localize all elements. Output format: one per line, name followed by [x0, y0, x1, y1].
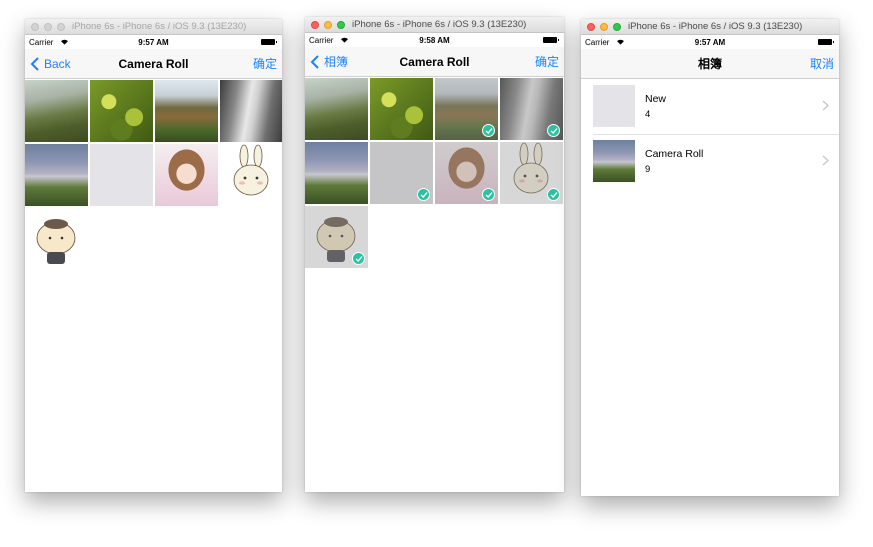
album-thumbnail	[593, 140, 635, 182]
photo-cell[interactable]	[90, 144, 153, 206]
chevron-left-icon	[30, 57, 39, 71]
window-titlebar[interactable]: iPhone 6s - iPhone 6s / iOS 9.3 (13E230)	[25, 19, 282, 35]
minimize-button[interactable]	[600, 23, 608, 31]
photo-cell[interactable]	[370, 78, 433, 140]
chevron-right-icon	[822, 100, 829, 111]
simulator-window-2: iPhone 6s - iPhone 6s / iOS 9.3 (13E230)…	[305, 17, 564, 492]
status-bar: Carrier 9:58 AM	[305, 33, 564, 47]
zoom-button[interactable]	[337, 21, 345, 29]
window-titlebar[interactable]: iPhone 6s - iPhone 6s / iOS 9.3 (13E230)	[305, 17, 564, 33]
cascade-photo	[220, 80, 282, 142]
nav-title: Camera Roll	[399, 55, 470, 69]
navigation-bar: 相簿 取消	[581, 49, 839, 79]
back-button[interactable]: Back	[30, 56, 71, 72]
photo-cell[interactable]	[155, 80, 218, 142]
album-count: 9	[645, 164, 651, 175]
cat-sticker	[25, 208, 88, 270]
cancel-button[interactable]: 取消	[810, 56, 834, 72]
photo-cell[interactable]	[305, 78, 368, 140]
photo-cell-selected[interactable]	[500, 78, 563, 140]
bunny-sticker	[220, 144, 282, 206]
photo-cell[interactable]	[220, 80, 282, 142]
photo-cell[interactable]	[90, 80, 153, 142]
window-title: iPhone 6s - iPhone 6s / iOS 9.3 (13E230)	[72, 21, 247, 32]
photo-cell-selected[interactable]	[370, 142, 433, 204]
nav-title: 相簿	[697, 57, 722, 71]
confirm-button[interactable]: 确定	[253, 56, 277, 72]
album-name: New	[645, 93, 667, 105]
chevron-right-icon	[822, 155, 829, 166]
checkmark-icon[interactable]	[417, 188, 430, 201]
album-row[interactable]: Camera Roll 9	[581, 135, 839, 190]
photo-cell-selected[interactable]	[305, 206, 368, 268]
status-bar: Carrier 9:57 AM	[581, 35, 839, 49]
photo-cell[interactable]	[155, 144, 218, 206]
blank-photo	[90, 144, 153, 206]
back-button-label: 相簿	[324, 55, 349, 69]
photo-cell-selected[interactable]	[435, 78, 498, 140]
waterfall-photo	[155, 80, 218, 142]
battery-icon	[818, 39, 834, 45]
checkmark-icon[interactable]	[547, 124, 560, 137]
navigation-bar: Back Camera Roll 确定	[25, 49, 282, 79]
checkmark-icon[interactable]	[482, 188, 495, 201]
meadow-photo	[25, 80, 88, 142]
photo-cell[interactable]	[25, 208, 88, 270]
photo-cell[interactable]	[305, 142, 368, 204]
back-button-label: Back	[44, 57, 71, 71]
close-button[interactable]	[31, 23, 39, 31]
battery-icon	[543, 37, 559, 43]
album-name: Camera Roll	[645, 148, 704, 160]
photo-cell-selected[interactable]	[435, 142, 498, 204]
nav-title: Camera Roll	[118, 57, 189, 71]
album-thumbnail	[593, 85, 635, 127]
checkmark-icon[interactable]	[547, 188, 560, 201]
simulator-window-3: iPhone 6s - iPhone 6s / iOS 9.3 (13E230)…	[581, 19, 839, 496]
checkmark-icon[interactable]	[352, 252, 365, 265]
checkmark-icon[interactable]	[482, 124, 495, 137]
window-titlebar[interactable]: iPhone 6s - iPhone 6s / iOS 9.3 (13E230)	[581, 19, 839, 35]
window-title: iPhone 6s - iPhone 6s / iOS 9.3 (13E230)	[628, 21, 803, 32]
status-time: 9:57 AM	[694, 38, 726, 47]
chevron-left-icon	[310, 55, 319, 69]
battery-icon	[261, 39, 277, 45]
photo-cell[interactable]	[220, 144, 282, 206]
anime-girl-photo	[155, 144, 218, 206]
photo-cell[interactable]	[25, 144, 88, 206]
navigation-bar: 相簿 Camera Roll 确定	[305, 47, 564, 77]
window-title: iPhone 6s - iPhone 6s / iOS 9.3 (13E230)	[352, 19, 527, 30]
leaves-photo	[370, 78, 433, 140]
close-button[interactable]	[587, 23, 595, 31]
back-button[interactable]: 相簿	[310, 54, 348, 70]
zoom-button[interactable]	[57, 23, 65, 31]
minimize-button[interactable]	[44, 23, 52, 31]
album-row[interactable]: New 4	[581, 80, 839, 135]
photo-cell[interactable]	[25, 80, 88, 142]
album-count: 4	[645, 109, 651, 120]
status-bar: Carrier 9:57 AM	[25, 35, 282, 49]
misty-waterfall-photo	[25, 144, 88, 206]
misty-waterfall-photo	[305, 142, 368, 204]
close-button[interactable]	[311, 21, 319, 29]
status-time: 9:57 AM	[138, 38, 169, 47]
minimize-button[interactable]	[324, 21, 332, 29]
simulator-window-1: iPhone 6s - iPhone 6s / iOS 9.3 (13E230)…	[25, 19, 282, 492]
photo-cell-selected[interactable]	[500, 142, 563, 204]
confirm-button[interactable]: 确定	[535, 54, 559, 70]
leaves-photo	[90, 80, 153, 142]
zoom-button[interactable]	[613, 23, 621, 31]
status-time: 9:58 AM	[419, 36, 450, 45]
meadow-photo	[305, 78, 368, 140]
